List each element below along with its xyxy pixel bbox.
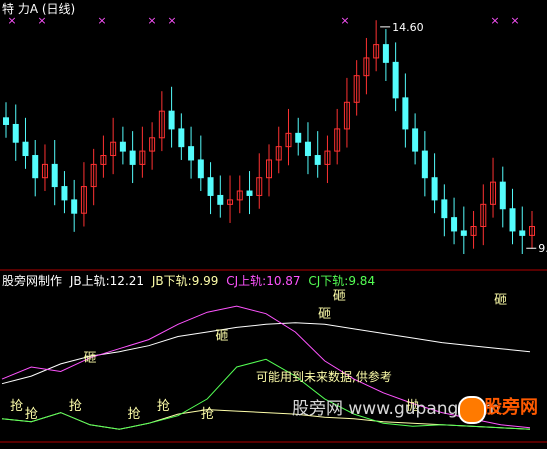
signal-mark: 抢 — [127, 406, 140, 422]
period-label[interactable]: (日线) — [42, 2, 75, 16]
candle-body — [422, 151, 427, 178]
candle-body — [72, 200, 77, 213]
annotation-label: 14.60 — [392, 21, 424, 34]
signal-mark: 抢 — [157, 398, 170, 414]
candle-body — [62, 187, 67, 200]
cj-upper-value: 10.87 — [266, 274, 300, 288]
signal-mark: 砸 — [494, 293, 507, 308]
candle-body — [296, 133, 301, 142]
signal-mark: 砸 — [333, 289, 346, 304]
candle-body — [383, 45, 388, 63]
stock-chart-window: ××××××××14.609.61 抢抢抢抢抢抢砸砸砸砸抛砸 特 力A (日线)… — [0, 0, 547, 445]
signal-mark: 砸 — [83, 351, 96, 366]
top-marker: × — [167, 14, 176, 27]
candle-body — [23, 142, 28, 155]
signal-mark: 砸 — [215, 329, 228, 344]
candle-body — [198, 160, 203, 178]
candle-body — [247, 191, 252, 195]
candle-body — [179, 129, 184, 147]
jb-lower-value: 9.99 — [192, 274, 219, 288]
candle-body — [120, 142, 125, 151]
jb-upper-label: JB上轨: — [70, 274, 110, 288]
candle-body — [461, 231, 466, 235]
future-data-note: 可能用到未来数据,供参考 — [256, 370, 392, 384]
top-marker: × — [490, 14, 499, 27]
annotation-label: 9.61 — [538, 242, 547, 255]
candle-body — [33, 156, 38, 178]
signal-mark: 抢 — [10, 398, 23, 414]
candle-body — [130, 151, 135, 164]
jb-upper-value: 12.21 — [110, 274, 144, 288]
top-marker: × — [340, 14, 349, 27]
candle-body — [413, 129, 418, 151]
signal-mark: 抢 — [69, 398, 82, 414]
candle-body — [432, 178, 437, 200]
signal-mark: 抢 — [25, 406, 38, 422]
top-marker: × — [510, 14, 519, 27]
candle-body — [510, 209, 515, 231]
candle-body — [500, 182, 505, 209]
cj-lower-label: CJ下轨: — [308, 274, 348, 288]
candle-body — [393, 62, 398, 97]
candle-body — [218, 195, 223, 204]
indicator-header: 股旁网制作 JB上轨:12.21 JB下轨:9.99 CJ上轨:10.87 CJ… — [2, 274, 375, 288]
candle-body — [305, 142, 310, 155]
logo-icon — [458, 396, 486, 424]
jb-lower-label: JB下轨: — [152, 274, 192, 288]
candle-body — [4, 118, 9, 125]
candle-body — [169, 111, 174, 129]
candle-body — [452, 218, 457, 231]
candle-body — [52, 164, 57, 186]
candle-body — [189, 147, 194, 160]
candle-body — [442, 200, 447, 218]
candle-body — [403, 98, 408, 129]
signal-mark: 砸 — [318, 307, 331, 322]
candle-body — [208, 178, 213, 196]
candle-body — [315, 156, 320, 165]
indicator-source: 股旁网制作 — [2, 274, 62, 288]
cj-upper-label: CJ上轨: — [226, 274, 266, 288]
logo-text: 股旁网 — [484, 398, 538, 418]
top-marker: × — [97, 14, 106, 27]
stock-title: 特 力A — [2, 2, 38, 16]
candle-body — [13, 124, 18, 142]
cj-lower-value: 9.84 — [348, 274, 375, 288]
signal-mark: 抢 — [201, 406, 214, 422]
chart-header: 特 力A (日线) — [2, 2, 75, 16]
candle-body — [520, 231, 525, 235]
top-marker: × — [147, 14, 156, 27]
